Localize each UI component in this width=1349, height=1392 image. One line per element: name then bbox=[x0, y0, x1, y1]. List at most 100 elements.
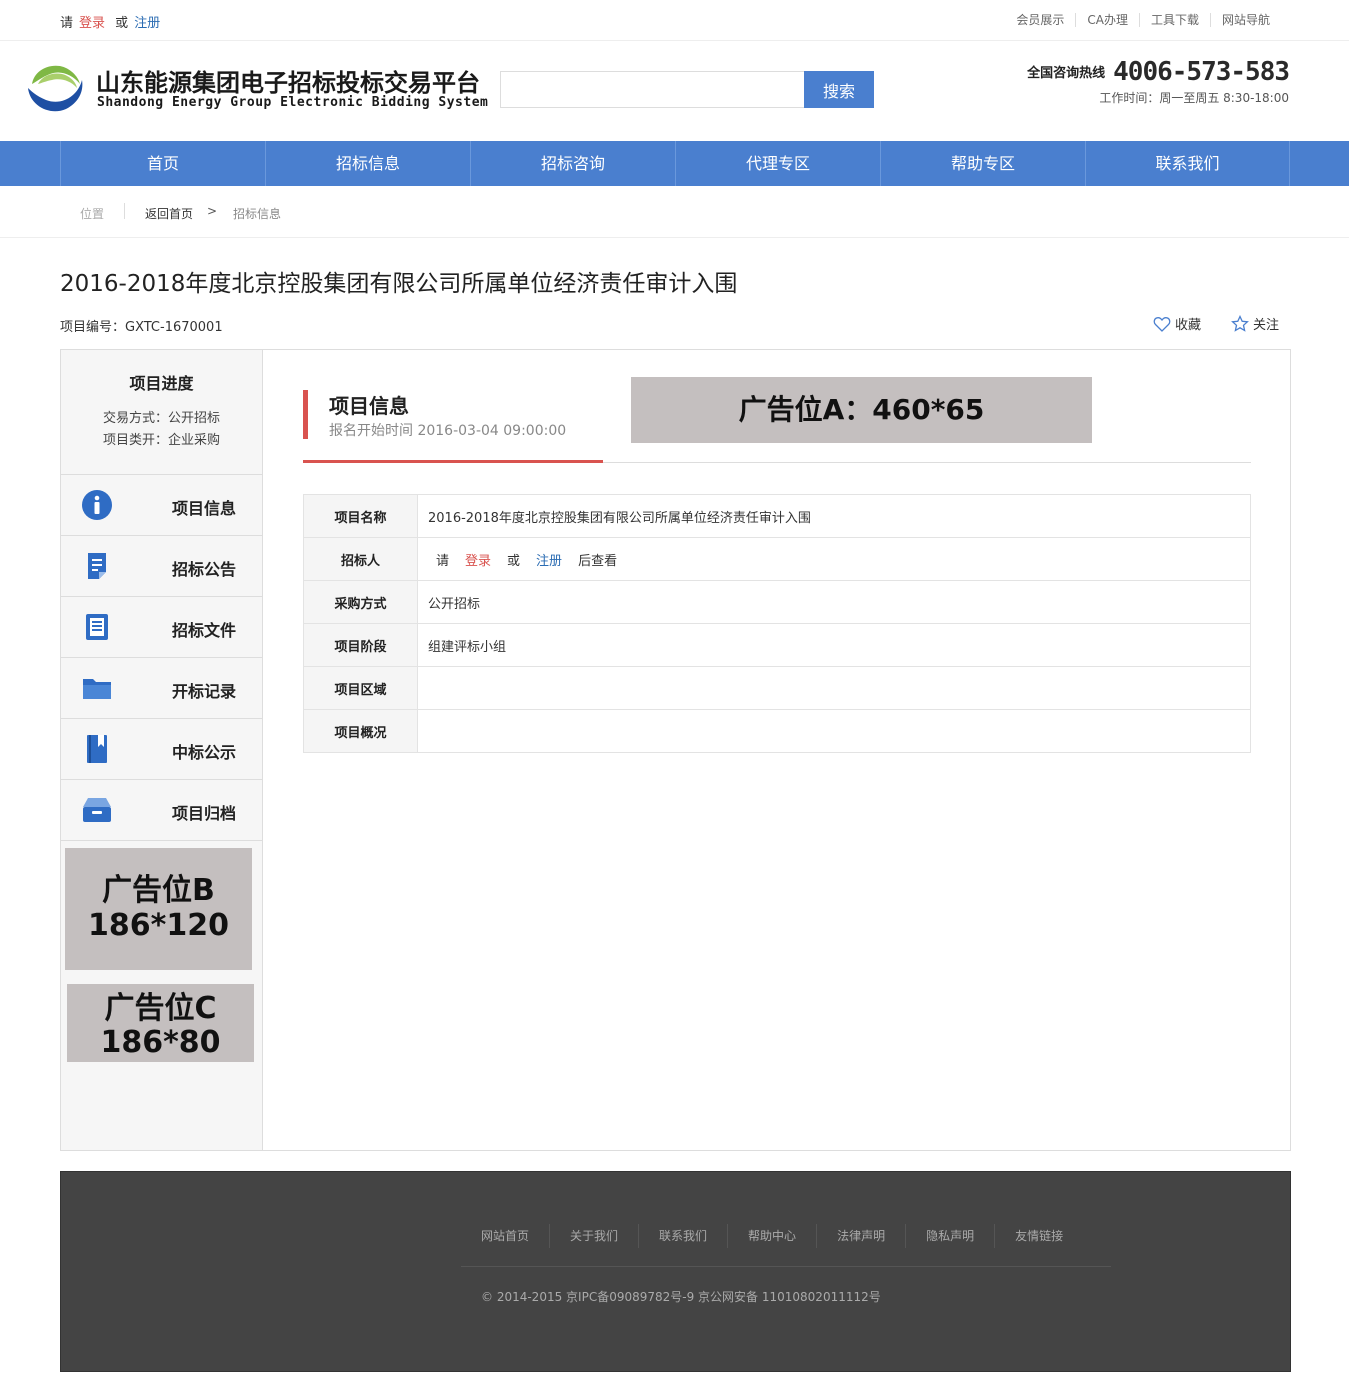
progress-title: 项目进度 bbox=[129, 374, 194, 393]
breadcrumb-divider bbox=[124, 203, 125, 219]
logo-title-cn: 山东能源集团电子招标投标交易平台 bbox=[96, 69, 480, 97]
breadcrumb-current: 招标信息 bbox=[233, 207, 282, 221]
work-hours: 工作时间：周一至周五 8:30-18:00 bbox=[1099, 91, 1289, 105]
hotline-number: 4006-573-583 bbox=[1113, 57, 1290, 87]
ad-slot-a[interactable]: 广告位A：460*65 bbox=[631, 377, 1092, 443]
row-value-login-prompt: 请登录 或注册 后查看 bbox=[417, 537, 1251, 581]
table-row: 项目名称 2016-2018年度北京控股集团有限公司所属单位经济责任审计入围 bbox=[303, 494, 1251, 538]
page-title: 2016-2018年度北京控股集团有限公司所属单位经济责任审计入围 bbox=[60, 271, 738, 297]
section-header: 项目信息 报名开始时间 2016-03-04 09:00:00 bbox=[303, 390, 603, 463]
login-prompt: 请登录 或注册 bbox=[60, 12, 166, 31]
sidebar-item-announcement[interactable]: 招标公告 bbox=[61, 536, 262, 597]
table-login-link[interactable]: 登录 bbox=[465, 554, 491, 569]
main-panel: 项目进度 交易方式：公开招标 项目类开：企业采购 项目信息 招标公告 招标文件 … bbox=[60, 349, 1291, 1151]
nav-agent-zone[interactable]: 代理专区 bbox=[675, 141, 880, 186]
breadcrumb-position-label: 位置 bbox=[80, 207, 105, 221]
ad-slot-c[interactable]: 广告位C 186*80 bbox=[67, 984, 254, 1062]
sidebar-item-project-info[interactable]: 项目信息 bbox=[61, 475, 262, 536]
nav-home[interactable]: 首页 bbox=[60, 141, 265, 186]
archive-box-icon bbox=[83, 798, 111, 822]
hotline-label: 全国咨询热线 bbox=[1027, 66, 1106, 81]
nav-help-zone[interactable]: 帮助专区 bbox=[880, 141, 1085, 186]
star-icon bbox=[1231, 314, 1249, 332]
sidebar-item-opening-record[interactable]: 开标记录 bbox=[61, 658, 262, 719]
section-subtitle: 报名开始时间 2016-03-04 09:00:00 bbox=[329, 423, 567, 439]
search-input[interactable] bbox=[500, 71, 805, 108]
sidebar-item-label: 中标公示 bbox=[172, 743, 237, 762]
footer-link-legal[interactable]: 法律声明 bbox=[816, 1224, 905, 1248]
trade-mode: 交易方式：公开招标 bbox=[102, 411, 220, 426]
info-icon bbox=[82, 490, 112, 520]
document-icon bbox=[88, 553, 106, 579]
sidebar-item-award-notice[interactable]: 中标公示 bbox=[61, 719, 262, 780]
table-register-link[interactable]: 注册 bbox=[536, 554, 562, 569]
ad-slot-b[interactable]: 广告位B 186*120 bbox=[65, 848, 252, 970]
table-row: 项目区域 bbox=[303, 666, 1251, 710]
footer-divider bbox=[461, 1266, 1111, 1267]
follow-label: 关注 bbox=[1252, 318, 1279, 333]
sidebar: 项目进度 交易方式：公开招标 项目类开：企业采购 项目信息 招标公告 招标文件 … bbox=[61, 350, 263, 1150]
project-category: 项目类开：企业采购 bbox=[102, 433, 220, 448]
tools-link[interactable]: 工具下载 bbox=[1138, 13, 1210, 27]
nav-bidding-consult[interactable]: 招标咨询 bbox=[470, 141, 675, 186]
footer-link-help[interactable]: 帮助中心 bbox=[727, 1224, 816, 1248]
logo-title-en: Shandong Energy Group Electronic Bidding… bbox=[97, 95, 489, 110]
project-progress: 项目进度 交易方式：公开招标 项目类开：企业采购 bbox=[61, 350, 262, 475]
breadcrumb-home-link[interactable]: 返回首页 bbox=[145, 205, 193, 222]
footer-link-contact[interactable]: 联系我们 bbox=[638, 1224, 727, 1248]
nav-contact[interactable]: 联系我们 bbox=[1085, 141, 1290, 186]
header: 山东能源集团电子招标投标交易平台 Shandong Energy Group E… bbox=[0, 41, 1349, 141]
footer-link-home[interactable]: 网站首页 bbox=[461, 1224, 549, 1248]
ad-b-line1: 广告位B bbox=[102, 873, 215, 908]
login-link[interactable]: 登录 bbox=[79, 16, 105, 31]
row-key: 项目名称 bbox=[303, 494, 418, 538]
top-links: 会员展示 CA办理 工具下载 网站导航 bbox=[1005, 13, 1281, 27]
heart-icon bbox=[1153, 316, 1171, 332]
row-key: 招标人 bbox=[303, 537, 418, 581]
footer: 网站首页 关于我们 联系我们 帮助中心 法律声明 隐私声明 友情链接 © 201… bbox=[60, 1171, 1291, 1372]
row-value bbox=[417, 666, 1251, 710]
table-row: 项目概况 bbox=[303, 709, 1251, 753]
ad-c-line1: 广告位C bbox=[104, 991, 217, 1026]
section-accent-bar bbox=[303, 390, 308, 439]
register-link[interactable]: 注册 bbox=[134, 16, 160, 31]
sidebar-item-label: 开标记录 bbox=[172, 682, 237, 701]
row-value bbox=[417, 709, 1251, 753]
project-number: 项目编号：GXTC-1670001 bbox=[60, 320, 223, 335]
favorite-button[interactable]: 收藏 bbox=[1153, 314, 1201, 333]
table-row: 招标人 请登录 或注册 后查看 bbox=[303, 537, 1251, 581]
footer-links: 网站首页 关于我们 联系我们 帮助中心 法律声明 隐私声明 友情链接 bbox=[461, 1224, 1083, 1248]
project-info-table: 项目名称 2016-2018年度北京控股集团有限公司所属单位经济责任审计入围 招… bbox=[303, 494, 1251, 753]
sitemap-link[interactable]: 网站导航 bbox=[1209, 13, 1281, 27]
footer-link-privacy[interactable]: 隐私声明 bbox=[905, 1224, 994, 1248]
breadcrumb: 位置 返回首页 > 招标信息 bbox=[0, 186, 1349, 238]
search-button[interactable]: 搜索 bbox=[804, 71, 874, 108]
footer-link-friends[interactable]: 友情链接 bbox=[994, 1224, 1083, 1248]
ad-c-line2: 186*80 bbox=[100, 1025, 221, 1060]
sidebar-item-tender-docs[interactable]: 招标文件 bbox=[61, 597, 262, 658]
row-value: 2016-2018年度北京控股集团有限公司所属单位经济责任审计入围 bbox=[417, 494, 1251, 538]
logo-icon[interactable] bbox=[22, 54, 86, 118]
top-bar: 请登录 或注册 会员展示 CA办理 工具下载 网站导航 bbox=[0, 0, 1349, 41]
footer-link-about[interactable]: 关于我们 bbox=[549, 1224, 638, 1248]
table-row: 项目阶段 组建评标小组 bbox=[303, 623, 1251, 667]
copyright: © 2014-2015 京IPC备09089782号-9 京公网安备 11010… bbox=[481, 1290, 881, 1304]
please-text: 请 bbox=[60, 16, 74, 31]
sidebar-item-label: 招标文件 bbox=[172, 621, 237, 640]
page-actions: 收藏 关注 bbox=[1123, 314, 1279, 333]
sidebar-item-label: 项目归档 bbox=[172, 804, 237, 823]
hotline: 全国咨询热线 4006-573-583 工作时间：周一至周五 8:30-18:00 bbox=[1027, 57, 1290, 106]
row-key: 项目区域 bbox=[303, 666, 418, 710]
member-link[interactable]: 会员展示 bbox=[1005, 13, 1075, 27]
follow-button[interactable]: 关注 bbox=[1231, 314, 1279, 333]
nav-bidding-info[interactable]: 招标信息 bbox=[265, 141, 470, 186]
chevron-right-icon: > bbox=[207, 204, 218, 218]
ca-link[interactable]: CA办理 bbox=[1075, 13, 1139, 27]
row-key: 项目阶段 bbox=[303, 623, 418, 667]
favorite-label: 收藏 bbox=[1174, 318, 1201, 333]
row-value: 公开招标 bbox=[417, 580, 1251, 624]
section-divider bbox=[603, 462, 1251, 463]
sidebar-item-archive[interactable]: 项目归档 bbox=[61, 780, 262, 841]
or-text: 或 bbox=[115, 16, 129, 31]
section-title: 项目信息 bbox=[329, 394, 409, 418]
